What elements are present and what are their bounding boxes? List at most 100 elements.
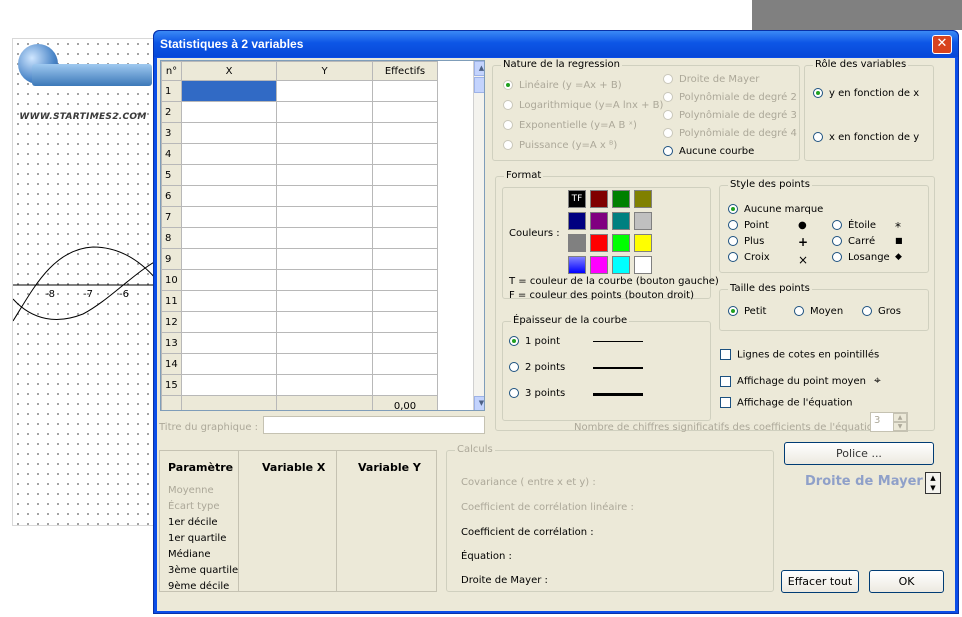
color-swatch[interactable] — [590, 212, 608, 230]
check-equation[interactable]: Affichage de l'équation — [720, 397, 852, 409]
cell-effectifs[interactable] — [372, 332, 438, 354]
cell-y[interactable] — [276, 311, 373, 333]
cell-x[interactable] — [181, 332, 277, 354]
cell-y[interactable] — [276, 353, 373, 375]
cell-y[interactable] — [276, 80, 373, 102]
ok-button[interactable]: OK — [869, 570, 944, 593]
close-button[interactable]: ✕ — [932, 35, 952, 54]
style-carre[interactable]: Carré — [832, 236, 875, 247]
cell-x[interactable] — [181, 185, 277, 207]
role-y-of-x[interactable]: y en fonction de x — [813, 88, 919, 99]
size-gros[interactable]: Gros — [862, 306, 901, 317]
color-swatch[interactable] — [612, 256, 630, 274]
color-swatch[interactable] — [568, 256, 586, 274]
color-swatch[interactable] — [590, 190, 608, 208]
reg-aucune[interactable]: Aucune courbe — [663, 146, 754, 157]
cell-effectifs[interactable] — [372, 122, 438, 144]
scroll-up-icon[interactable]: ▲ — [474, 61, 484, 76]
cell-x[interactable] — [181, 164, 277, 186]
cell-y[interactable] — [276, 122, 373, 144]
color-swatch[interactable] — [612, 190, 630, 208]
size-moyen[interactable]: Moyen — [794, 306, 843, 317]
color-swatch[interactable] — [612, 234, 630, 252]
reg-poly2[interactable]: Polynômiale de degré 2 — [663, 92, 797, 103]
cell-y[interactable] — [276, 290, 373, 312]
col-header-x[interactable]: X — [181, 61, 277, 81]
style-aucune[interactable]: Aucune marque — [728, 204, 823, 215]
color-swatch[interactable] — [634, 234, 652, 252]
reg-poly4[interactable]: Polynômiale de degré 4 — [663, 128, 797, 139]
reg-log[interactable]: Logarithmique (y=A lnx + B) — [503, 100, 663, 111]
color-swatch[interactable] — [634, 190, 652, 208]
color-swatch[interactable] — [634, 212, 652, 230]
cell-x[interactable] — [181, 122, 277, 144]
cell-x[interactable] — [181, 374, 277, 396]
cell-x[interactable] — [181, 353, 277, 375]
thick-3[interactable]: 3 points — [509, 388, 565, 399]
reg-lineaire[interactable]: Linéaire (y =Ax + B) — [503, 80, 622, 91]
grid-scrollbar[interactable]: ▲ ▼ — [473, 61, 484, 410]
check-cotes[interactable]: Lignes de cotes en pointillés — [720, 349, 879, 361]
cell-y[interactable] — [276, 143, 373, 165]
effacer-button[interactable]: Effacer tout — [781, 570, 859, 593]
data-grid[interactable]: n° X Y Effectifs 1 2 3 4 5 6 7 8 9 10 11 12 13 14 15 0… — [160, 60, 485, 411]
cell-effectifs[interactable] — [372, 353, 438, 375]
thick-1[interactable]: 1 point — [509, 336, 560, 347]
cell-y[interactable] — [276, 227, 373, 249]
sig-digits-spinner[interactable]: 3 ▲ ▼ — [870, 412, 908, 432]
cell-effectifs[interactable] — [372, 290, 438, 312]
role-x-of-y[interactable]: x en fonction de y — [813, 132, 919, 143]
cell-effectifs[interactable] — [372, 269, 438, 291]
style-losange[interactable]: Losange — [832, 252, 890, 263]
cell-y[interactable] — [276, 101, 373, 123]
check-point-moyen[interactable]: Affichage du point moyen ⌖ — [720, 373, 881, 388]
cell-x[interactable] — [181, 80, 277, 102]
style-point[interactable]: Point — [728, 220, 769, 231]
reg-puissance[interactable]: Puissance (y=A x ᴮ) — [503, 140, 617, 151]
cell-y[interactable] — [276, 164, 373, 186]
cell-y[interactable] — [276, 248, 373, 270]
size-petit[interactable]: Petit — [728, 306, 766, 317]
cell-effectifs[interactable] — [372, 374, 438, 396]
color-swatch[interactable] — [634, 256, 652, 274]
style-croix[interactable]: Croix — [728, 252, 770, 263]
cell-x[interactable] — [181, 206, 277, 228]
col-header-y[interactable]: Y — [276, 61, 373, 81]
color-swatch[interactable] — [568, 234, 586, 252]
cell-effectifs[interactable] — [372, 80, 438, 102]
cell-x[interactable] — [181, 227, 277, 249]
cell-x[interactable] — [181, 269, 277, 291]
cell-x[interactable] — [181, 290, 277, 312]
cell-effectifs[interactable] — [372, 143, 438, 165]
spin-up-icon[interactable]: ▲ — [893, 413, 907, 422]
cell-effectifs[interactable] — [372, 185, 438, 207]
reg-poly3[interactable]: Polynômiale de degré 3 — [663, 110, 797, 121]
cell-y[interactable] — [276, 269, 373, 291]
color-swatch[interactable] — [590, 256, 608, 274]
style-etoile[interactable]: Étoile — [832, 220, 876, 231]
spin-down-icon[interactable]: ▼ — [893, 422, 907, 431]
cell-effectifs[interactable] — [372, 248, 438, 270]
color-swatch[interactable] — [590, 234, 608, 252]
style-plus[interactable]: Plus — [728, 236, 764, 247]
scroll-thumb[interactable] — [474, 77, 484, 93]
title-bar[interactable]: Statistiques à 2 variables ✕ — [154, 31, 958, 57]
mayer-spinner[interactable]: ▲ ▼ — [925, 472, 941, 494]
reg-exp[interactable]: Exponentielle (y=A B ˣ) — [503, 120, 637, 131]
cell-x[interactable] — [181, 311, 277, 333]
cell-effectifs[interactable] — [372, 164, 438, 186]
color-swatch[interactable] — [568, 212, 586, 230]
cell-y[interactable] — [276, 185, 373, 207]
police-button[interactable]: Police ... — [784, 442, 934, 465]
chart-title-input[interactable] — [263, 416, 485, 434]
cell-effectifs[interactable] — [372, 227, 438, 249]
cell-x[interactable] — [181, 248, 277, 270]
cell-effectifs[interactable] — [372, 311, 438, 333]
color-swatch[interactable]: TF — [568, 190, 586, 208]
cell-x[interactable] — [181, 143, 277, 165]
cell-effectifs[interactable] — [372, 101, 438, 123]
cell-effectifs[interactable] — [372, 206, 438, 228]
spin-up-icon[interactable]: ▲ — [926, 473, 940, 483]
thick-2[interactable]: 2 points — [509, 362, 565, 373]
cell-y[interactable] — [276, 332, 373, 354]
